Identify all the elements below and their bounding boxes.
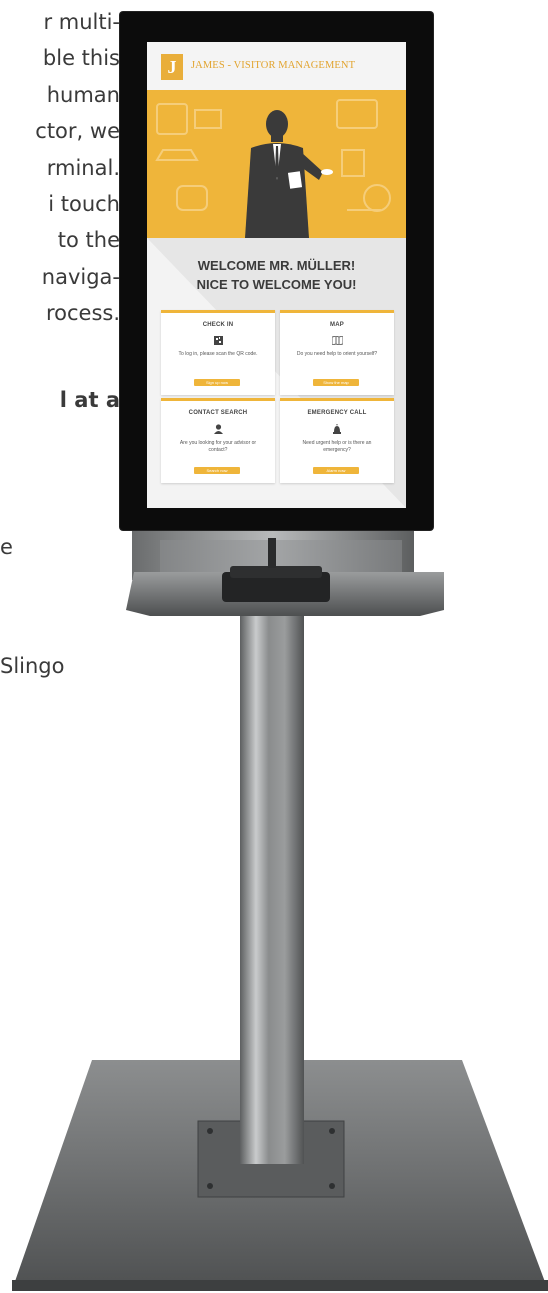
card-title: CONTACT SEARCH [188, 410, 248, 416]
card-description: To log in, please scan the QR code. [178, 351, 258, 357]
card-title: CHECK IN [202, 322, 234, 328]
person-icon [213, 424, 223, 434]
card-title: EMERGENCY CALL [307, 410, 367, 416]
search-now-button[interactable]: Search now [194, 467, 240, 474]
kiosk-terminal: J JAMES - VISITOR MANAGEMENT WELCOME MR.… [0, 0, 548, 1293]
card-check-in[interactable]: CHECK IN To log in, please scan the QR c… [161, 310, 275, 395]
card-map[interactable]: MAP Do you need help to orient yourself?… [280, 310, 394, 395]
hero-illustration [155, 99, 391, 238]
map-icon [331, 336, 343, 345]
sign-up-button[interactable]: Sign up now [194, 379, 240, 386]
hero-banner [147, 90, 406, 238]
card-emergency-call[interactable]: EMERGENCY CALL Need urgent help or is th… [280, 398, 394, 483]
app-title: JAMES - VISITOR MANAGEMENT [191, 60, 356, 71]
alarm-now-button[interactable]: Alarm now [313, 467, 359, 474]
show-map-button[interactable]: Show the map [313, 379, 359, 386]
card-title: MAP [330, 322, 344, 328]
card-description: Need urgent help or is there an emergenc… [302, 440, 372, 453]
welcome-line-2: NICE TO WELCOME YOU! [196, 277, 357, 292]
card-description: Are you looking for your advisor or cont… [179, 440, 257, 453]
app-logo: J [161, 54, 183, 80]
card-description: Do you need help to orient yourself? [296, 351, 378, 357]
qr-code-icon [213, 336, 223, 345]
welcome-line-1: WELCOME MR. MÜLLER! [197, 258, 356, 273]
kiosk-screen: J JAMES - VISITOR MANAGEMENT WELCOME MR.… [147, 42, 406, 508]
alarm-bell-icon [333, 424, 341, 434]
screen-header: J JAMES - VISITOR MANAGEMENT [147, 42, 406, 90]
card-contact-search[interactable]: CONTACT SEARCH Are you looking for your … [161, 398, 275, 483]
kiosk-monitor: J JAMES - VISITOR MANAGEMENT WELCOME MR.… [120, 12, 433, 530]
welcome-message: WELCOME MR. MÜLLER! NICE TO WELCOME YOU! [147, 256, 406, 294]
